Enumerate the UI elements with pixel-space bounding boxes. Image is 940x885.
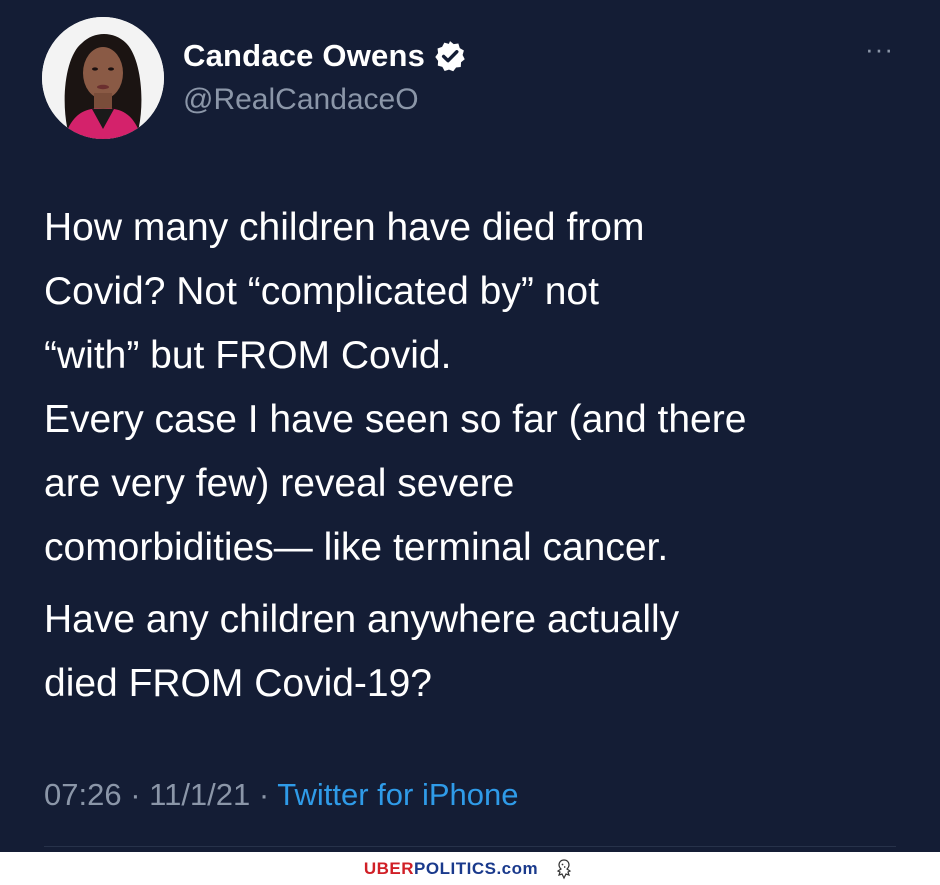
tweet-paragraph-2: Have any children anywhere actually died…: [44, 598, 680, 705]
watermark-bar: UBERPOLITICS.com: [0, 852, 940, 885]
author-name[interactable]: Candace Owens: [183, 38, 425, 74]
meta-separator-2: ·: [250, 777, 278, 812]
avatar-image: [42, 17, 164, 139]
tweet-paragraph-1: How many children have died from Covid? …: [44, 206, 747, 569]
eagle-icon: [556, 858, 572, 879]
watermark-logo: UBERPOLITICS.com: [363, 858, 539, 878]
tweet-date[interactable]: 11/1/21: [149, 777, 250, 812]
tweet-source-link[interactable]: Twitter for iPhone: [277, 777, 518, 812]
tweet-meta: 07:26 · 11/1/21 · Twitter for iPhone: [44, 777, 519, 813]
tweet-card: Candace Owens @RealCandaceO ··· How many…: [0, 0, 940, 852]
author-row: Candace Owens: [183, 38, 467, 74]
avatar[interactable]: [42, 17, 164, 139]
tweet-text: How many children have died from Covid? …: [44, 196, 914, 716]
verified-badge-icon: [435, 41, 465, 72]
meta-separator-1: ·: [121, 777, 150, 812]
author-handle[interactable]: @RealCandaceO: [183, 83, 419, 117]
more-options-icon[interactable]: ···: [865, 36, 894, 62]
divider: [44, 846, 896, 847]
tweet-time[interactable]: 07:26: [44, 777, 122, 812]
